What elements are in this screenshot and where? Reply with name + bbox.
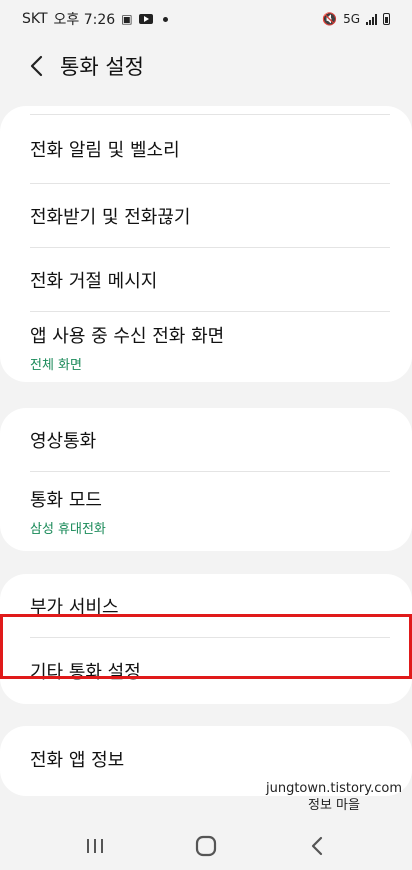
highlight-box [0, 614, 412, 679]
list-item-label: 전화 앱 정보 [30, 750, 125, 771]
recent-apps-button[interactable] [75, 826, 115, 866]
status-bar: SKT 오후 7:26 ▣ 🔇 5G [0, 0, 412, 38]
list-item-label: 전화받기 및 전화끊기 [30, 207, 191, 228]
battery-icon [383, 13, 390, 25]
watermark-caption: 정보 마을 [308, 798, 360, 813]
recent-apps-icon [87, 839, 104, 853]
back-nav-icon [311, 836, 322, 856]
list-item-label: 전화 알림 및 벨소리 [30, 140, 180, 161]
more-notifications-icon [162, 16, 168, 22]
list-item-call-mode[interactable]: 통화 모드 삼성 휴대전화 [0, 472, 412, 551]
list-item-value: 전체 화면 [30, 357, 82, 373]
screenshot-notification-icon: ▣ [121, 12, 133, 26]
watermark-url: jungtown.tistory.com [265, 781, 402, 796]
network-type-label: 5G [343, 12, 360, 26]
list-item-label: 통화 모드 [30, 490, 102, 511]
settings-group-1: 전화 알림 및 벨소리 전화받기 및 전화끊기 전화 거절 메시지 앱 사용 중… [0, 106, 412, 382]
settings-group-2: 영상통화 통화 모드 삼성 휴대전화 [0, 408, 412, 551]
system-nav-bar [0, 822, 412, 870]
clock: 오후 7:26 [53, 12, 116, 28]
back-nav-button[interactable] [297, 826, 337, 866]
list-item-ringtone[interactable]: 전화 알림 및 벨소리 [0, 114, 412, 184]
youtube-notification-icon [138, 14, 153, 24]
list-item-incoming-call-display[interactable]: 앱 사용 중 수신 전화 화면 전체 화면 [0, 312, 412, 382]
list-item-label: 영상통화 [30, 431, 97, 452]
mute-icon: 🔇 [322, 12, 338, 26]
status-right: 🔇 5G [322, 12, 390, 26]
list-item-reject-messages[interactable]: 전화 거절 메시지 [0, 248, 412, 312]
signal-icon [366, 13, 377, 25]
page-title: 통화 설정 [60, 55, 144, 79]
home-button[interactable] [186, 826, 226, 866]
list-item-label: 앱 사용 중 수신 전화 화면 [30, 325, 225, 347]
watermark: jungtown.tistory.com 정보 마을 [266, 780, 402, 814]
list-item-label: 전화 거절 메시지 [30, 271, 158, 292]
back-button[interactable] [22, 51, 52, 81]
list-item-value: 삼성 휴대전화 [30, 522, 106, 537]
list-item-answer-end[interactable]: 전화받기 및 전화끊기 [0, 184, 412, 248]
home-icon [195, 835, 217, 857]
carrier-label: SKT [22, 11, 48, 27]
status-left: SKT 오후 7:26 ▣ [22, 9, 168, 29]
list-item-video-call[interactable]: 영상통화 [0, 408, 412, 472]
chevron-left-icon [30, 55, 43, 77]
app-header: 통화 설정 [0, 38, 412, 94]
